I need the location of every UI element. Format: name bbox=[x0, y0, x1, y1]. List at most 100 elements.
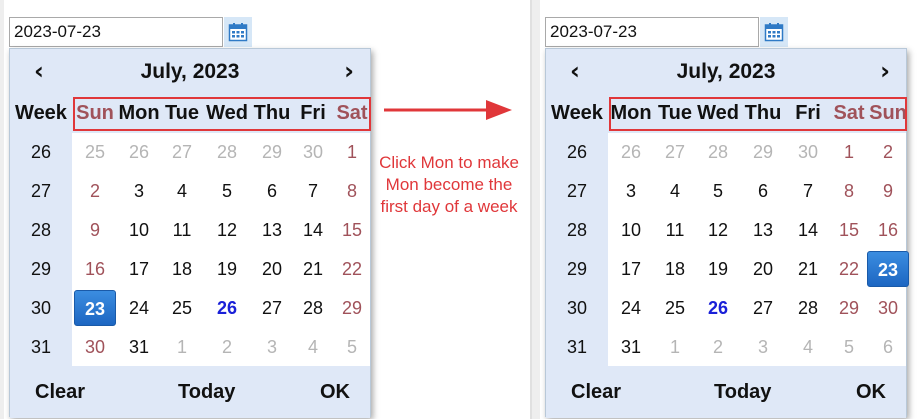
day-cell[interactable]: 25 bbox=[654, 290, 696, 326]
clear-button[interactable]: Clear bbox=[35, 366, 85, 418]
day-cell[interactable]: 29 bbox=[331, 290, 373, 326]
day-cell[interactable]: 30 bbox=[867, 290, 909, 326]
day-cell[interactable]: 26 bbox=[118, 134, 160, 170]
ok-button[interactable]: OK bbox=[320, 366, 350, 418]
day-cell[interactable]: 5 bbox=[697, 173, 739, 209]
day-cell[interactable]: 27 bbox=[161, 134, 203, 170]
day-cell[interactable]: 19 bbox=[697, 251, 739, 287]
day-cell[interactable]: 14 bbox=[787, 212, 829, 248]
day-cell[interactable]: 23 bbox=[867, 251, 909, 287]
day-cell[interactable]: 27 bbox=[251, 290, 293, 326]
day-cell[interactable]: 8 bbox=[331, 173, 373, 209]
day-cell[interactable]: 9 bbox=[867, 173, 909, 209]
chevron-right-icon[interactable]: › bbox=[880, 57, 890, 85]
chevron-left-icon[interactable]: ‹ bbox=[570, 57, 580, 85]
day-cell[interactable]: 7 bbox=[292, 173, 334, 209]
day-cell[interactable]: 19 bbox=[206, 251, 248, 287]
day-cell[interactable]: 16 bbox=[74, 251, 116, 287]
clear-button[interactable]: Clear bbox=[571, 366, 621, 418]
day-cell[interactable]: 20 bbox=[251, 251, 293, 287]
day-cell[interactable]: 1 bbox=[654, 329, 696, 365]
day-cell[interactable]: 28 bbox=[206, 134, 248, 170]
day-cell[interactable]: 2 bbox=[697, 329, 739, 365]
day-cell[interactable]: 4 bbox=[161, 173, 203, 209]
today-button[interactable]: Today bbox=[714, 366, 771, 418]
ok-button[interactable]: OK bbox=[856, 366, 886, 418]
day-cell[interactable]: 7 bbox=[787, 173, 829, 209]
day-cell[interactable]: 28 bbox=[292, 290, 334, 326]
day-cell[interactable]: 30 bbox=[292, 134, 334, 170]
day-cell[interactable]: 26 bbox=[697, 290, 739, 326]
day-cell[interactable]: 24 bbox=[118, 290, 160, 326]
day-cell[interactable]: 11 bbox=[654, 212, 696, 248]
day-cell[interactable]: 23 bbox=[74, 290, 116, 326]
day-cell[interactable]: 27 bbox=[654, 134, 696, 170]
day-cell[interactable]: 9 bbox=[74, 212, 116, 248]
day-cell[interactable]: 4 bbox=[654, 173, 696, 209]
day-cell[interactable]: 1 bbox=[161, 329, 203, 365]
day-cell[interactable]: 5 bbox=[206, 173, 248, 209]
day-cell[interactable]: 28 bbox=[697, 134, 739, 170]
day-cell[interactable]: 15 bbox=[828, 212, 870, 248]
month-title[interactable]: July, 2023 bbox=[141, 60, 240, 84]
day-cell[interactable]: 30 bbox=[74, 329, 116, 365]
day-cell[interactable]: 12 bbox=[206, 212, 248, 248]
day-cell[interactable]: 28 bbox=[787, 290, 829, 326]
day-cell[interactable]: 3 bbox=[251, 329, 293, 365]
day-cell[interactable]: 22 bbox=[828, 251, 870, 287]
day-cell[interactable]: 6 bbox=[742, 173, 784, 209]
day-cell[interactable]: 29 bbox=[742, 134, 784, 170]
day-cell[interactable]: 17 bbox=[118, 251, 160, 287]
day-cell[interactable]: 5 bbox=[331, 329, 373, 365]
day-cell[interactable]: 2 bbox=[206, 329, 248, 365]
day-cell[interactable]: 3 bbox=[118, 173, 160, 209]
day-cell[interactable]: 31 bbox=[118, 329, 160, 365]
day-cell[interactable]: 4 bbox=[787, 329, 829, 365]
day-cell[interactable]: 24 bbox=[610, 290, 652, 326]
day-cell[interactable]: 26 bbox=[610, 134, 652, 170]
day-cell[interactable]: 11 bbox=[161, 212, 203, 248]
day-cell[interactable]: 16 bbox=[867, 212, 909, 248]
day-cell[interactable]: 3 bbox=[742, 329, 784, 365]
calendar-icon[interactable] bbox=[224, 17, 252, 47]
day-cell[interactable]: 18 bbox=[161, 251, 203, 287]
day-cell[interactable]: 17 bbox=[610, 251, 652, 287]
month-title[interactable]: July, 2023 bbox=[677, 60, 776, 84]
day-cell[interactable]: 2 bbox=[867, 134, 909, 170]
day-cell[interactable]: 20 bbox=[742, 251, 784, 287]
day-cell[interactable]: 10 bbox=[610, 212, 652, 248]
day-cell[interactable]: 3 bbox=[610, 173, 652, 209]
day-cell[interactable]: 2 bbox=[74, 173, 116, 209]
day-cell[interactable]: 6 bbox=[867, 329, 909, 365]
date-input[interactable]: 2023-07-23 bbox=[545, 17, 759, 47]
day-cell[interactable]: 31 bbox=[610, 329, 652, 365]
day-cell[interactable]: 21 bbox=[292, 251, 334, 287]
day-cell[interactable]: 12 bbox=[697, 212, 739, 248]
day-cell[interactable]: 21 bbox=[787, 251, 829, 287]
day-cell[interactable]: 13 bbox=[742, 212, 784, 248]
day-cell[interactable]: 14 bbox=[292, 212, 334, 248]
day-cell[interactable]: 29 bbox=[251, 134, 293, 170]
date-input[interactable]: 2023-07-23 bbox=[9, 17, 223, 47]
day-cell[interactable]: 27 bbox=[742, 290, 784, 326]
day-cell[interactable]: 18 bbox=[654, 251, 696, 287]
day-cell[interactable]: 5 bbox=[828, 329, 870, 365]
day-cell[interactable]: 25 bbox=[161, 290, 203, 326]
chevron-left-icon[interactable]: ‹ bbox=[34, 57, 44, 85]
day-cell[interactable]: 1 bbox=[331, 134, 373, 170]
day-cell[interactable]: 8 bbox=[828, 173, 870, 209]
day-cell[interactable]: 26 bbox=[206, 290, 248, 326]
day-cell[interactable]: 22 bbox=[331, 251, 373, 287]
day-cell[interactable]: 6 bbox=[251, 173, 293, 209]
day-cell[interactable]: 29 bbox=[828, 290, 870, 326]
calendar-icon[interactable] bbox=[760, 17, 788, 47]
day-cell[interactable]: 1 bbox=[828, 134, 870, 170]
day-cell[interactable]: 10 bbox=[118, 212, 160, 248]
day-cell[interactable]: 25 bbox=[74, 134, 116, 170]
today-button[interactable]: Today bbox=[178, 366, 235, 418]
day-cell[interactable]: 30 bbox=[787, 134, 829, 170]
day-cell[interactable]: 13 bbox=[251, 212, 293, 248]
day-cell[interactable]: 15 bbox=[331, 212, 373, 248]
day-cell[interactable]: 4 bbox=[292, 329, 334, 365]
chevron-right-icon[interactable]: › bbox=[344, 57, 354, 85]
